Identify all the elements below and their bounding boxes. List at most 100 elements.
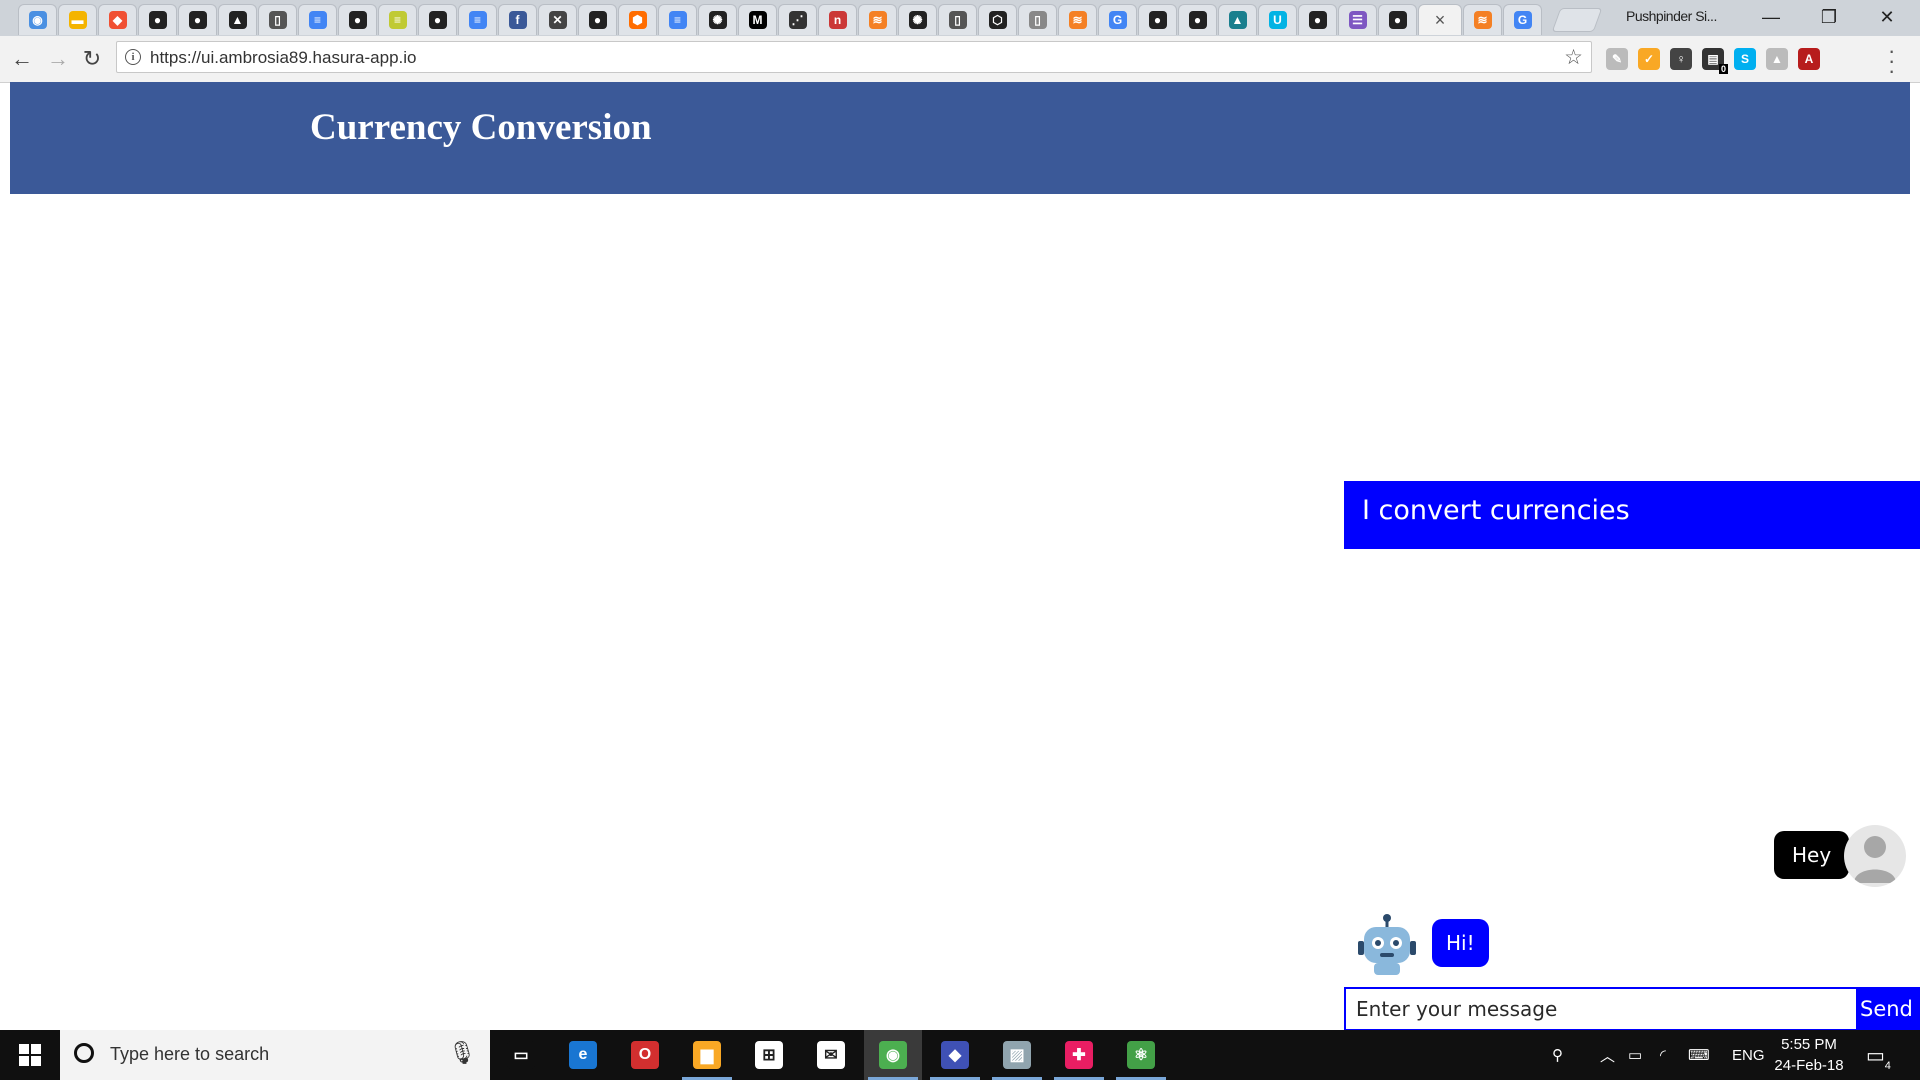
menu-dots-icon[interactable]: · · ·	[1888, 40, 1895, 82]
browser-tab[interactable]: ≡	[658, 4, 697, 35]
taskbar-app[interactable]: ◉	[864, 1030, 922, 1080]
browser-tab[interactable]: U	[1258, 4, 1297, 35]
taskbar-app[interactable]: ▆	[678, 1030, 736, 1080]
info-icon[interactable]: i	[125, 49, 141, 65]
skype-icon[interactable]: S	[1734, 48, 1756, 70]
taskbar-app[interactable]: ⚛	[1112, 1030, 1170, 1080]
github-icon: ●	[1188, 11, 1207, 29]
browser-tab[interactable]: ☰	[1338, 4, 1377, 35]
browser-tab[interactable]: ≋	[1058, 4, 1097, 35]
taskbar-search[interactable]: Type here to search 🎙	[60, 1030, 490, 1080]
browser-tab[interactable]: ▲	[1218, 4, 1257, 35]
message-input[interactable]	[1344, 987, 1856, 1031]
browser-tab[interactable]: G	[1503, 4, 1542, 35]
new-tab-button[interactable]	[1551, 8, 1603, 32]
github-icon: ●	[588, 11, 607, 29]
browser-tab[interactable]: ●	[1138, 4, 1177, 35]
taskbar-app[interactable]: ✚	[1050, 1030, 1108, 1080]
browser-tab[interactable]: ▲	[218, 4, 257, 35]
browser-tab[interactable]: ≡	[298, 4, 337, 35]
browser-tab[interactable]: ≡	[458, 4, 497, 35]
clock-time: 5:55 PM	[1781, 1036, 1837, 1053]
browser-tab[interactable]: ◆	[98, 4, 137, 35]
browser-tab[interactable]: ▬	[58, 4, 97, 35]
wifi-icon[interactable]: ◜	[1660, 1030, 1666, 1080]
docs-icon: ≡	[468, 11, 487, 29]
paint-icon[interactable]: ✎	[1606, 48, 1628, 70]
browser-tab[interactable]: ⋰	[778, 4, 817, 35]
language-indicator[interactable]: ENG	[1732, 1030, 1765, 1080]
task-view-icon: ▭	[507, 1041, 535, 1069]
browser-tab[interactable]: ×	[1418, 4, 1462, 35]
taskbar-app[interactable]: ▭	[492, 1030, 550, 1080]
polymer-icon: ⬢	[628, 11, 647, 29]
octocat-icon: ▲	[228, 11, 247, 29]
chevron-up-icon[interactable]: ︿	[1600, 1030, 1615, 1080]
browser-tab[interactable]: ●	[578, 4, 617, 35]
graduation-icon: ▲	[1228, 11, 1247, 29]
forward-arrow-icon[interactable]: →	[44, 45, 72, 73]
browser-toolbar: ← → ↻ i https://ui.ambrosia89.hasura-app…	[0, 36, 1920, 83]
browser-tab[interactable]: ≋	[858, 4, 897, 35]
browser-tab[interactable]: M	[738, 4, 777, 35]
browser-tab[interactable]: ✺	[898, 4, 937, 35]
git-kraken-icon: ◆	[941, 1041, 969, 1069]
search-placeholder[interactable]: Type here to search	[110, 1044, 269, 1065]
drive-icon[interactable]: ▲	[1766, 48, 1788, 70]
browser-tab[interactable]: ▯	[938, 4, 977, 35]
battery-icon[interactable]: ▭	[1628, 1030, 1642, 1080]
browser-tab[interactable]: ●	[178, 4, 217, 35]
browser-tab[interactable]: ●	[1178, 4, 1217, 35]
react-icon: ✺	[908, 11, 927, 29]
action-center-icon[interactable]: ▭ 4	[1866, 1030, 1891, 1080]
browser-tab[interactable]: n	[818, 4, 857, 35]
send-button[interactable]: Send	[1856, 987, 1920, 1031]
browser-tab[interactable]: ⬢	[618, 4, 657, 35]
browser-tab[interactable]: ●	[338, 4, 377, 35]
clock[interactable]: 5:55 PM 24-Feb-18	[1774, 1034, 1844, 1076]
taskbar-app[interactable]: e	[554, 1030, 612, 1080]
back-arrow-icon[interactable]: ←	[8, 45, 36, 73]
windows-start-icon[interactable]	[0, 1030, 60, 1080]
browser-tab[interactable]: ●	[1298, 4, 1337, 35]
browser-tab[interactable]: ≡	[378, 4, 417, 35]
browser-tab[interactable]: ▯	[258, 4, 297, 35]
browser-tab[interactable]: G	[1098, 4, 1137, 35]
people-icon[interactable]: ⚲	[1552, 1030, 1563, 1080]
bot-avatar-icon	[1354, 913, 1420, 979]
taskbar-app[interactable]: O	[616, 1030, 674, 1080]
taskbar-app[interactable]: ◆	[926, 1030, 984, 1080]
browser-tab[interactable]: f	[498, 4, 537, 35]
close-window-icon[interactable]: ✕	[1858, 0, 1916, 34]
lightbulb-icon[interactable]: ♀	[1670, 48, 1692, 70]
restore-icon[interactable]: ❐	[1800, 0, 1858, 34]
browser-tab[interactable]: ▯	[1018, 4, 1057, 35]
taskbar-app[interactable]: ✉	[802, 1030, 860, 1080]
browser-tab[interactable]: ≋	[1463, 4, 1502, 35]
taskbar-app[interactable]: ▨	[988, 1030, 1046, 1080]
browser-tab[interactable]: ✕	[538, 4, 577, 35]
minimize-icon[interactable]: —	[1742, 0, 1800, 34]
reload-icon[interactable]: ↻	[78, 45, 106, 73]
address-bar[interactable]: i https://ui.ambrosia89.hasura-app.io ☆	[116, 41, 1592, 73]
clipboard-icon[interactable]: ▤ 0	[1702, 48, 1728, 74]
browser-tab[interactable]: ◉	[18, 4, 57, 35]
pdf-icon[interactable]: A	[1798, 48, 1820, 70]
norton-icon[interactable]: ✓	[1638, 48, 1660, 70]
browser-tab[interactable]: ●	[1378, 4, 1417, 35]
chat-header: I convert currencies	[1344, 481, 1920, 549]
notes-icon: ≡	[388, 11, 407, 29]
taskbar-app[interactable]: ⊞	[740, 1030, 798, 1080]
bookmark-star-icon[interactable]: ☆	[1564, 45, 1583, 70]
browser-tab[interactable]: ✺	[698, 4, 737, 35]
cortana-icon[interactable]	[74, 1043, 94, 1063]
chrome-icon: ◉	[879, 1041, 907, 1069]
url-text[interactable]: https://ui.ambrosia89.hasura-app.io	[150, 48, 417, 68]
profile-name[interactable]: Pushpinder Si...	[1626, 8, 1717, 24]
microphone-icon[interactable]: 🎙	[448, 1040, 476, 1066]
keyboard-icon[interactable]: ⌨	[1688, 1030, 1710, 1080]
browser-tab[interactable]: ●	[138, 4, 177, 35]
browser-tab[interactable]: ●	[418, 4, 457, 35]
github-icon: ●	[188, 11, 207, 29]
browser-tab[interactable]: ⬡	[978, 4, 1017, 35]
